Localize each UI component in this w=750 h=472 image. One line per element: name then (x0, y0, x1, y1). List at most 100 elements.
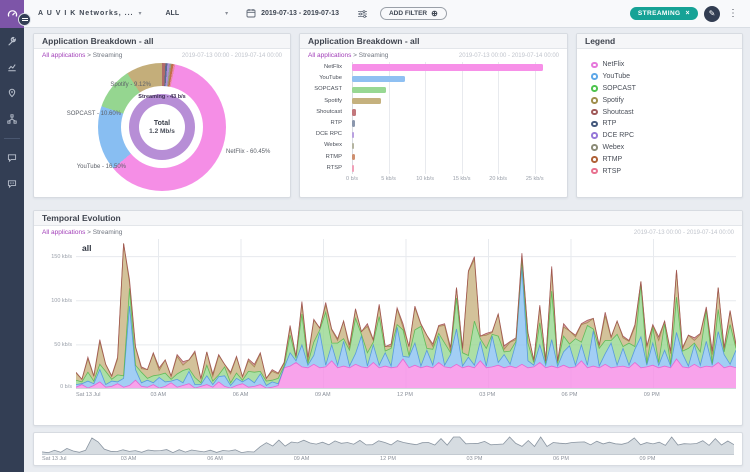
bar-gridline (462, 62, 463, 174)
overview-x-axis-label: 06 PM (553, 456, 569, 462)
add-filter-button[interactable]: ADD FILTER ⊕ (380, 7, 447, 20)
bar-category-label: YouTube (300, 73, 348, 84)
donut-center: Total 1.2 Mb/s (139, 104, 185, 150)
panel-overview-timeline: Sat 13 Jul03 AM06 AM09 AM12 PM03 PM06 PM… (33, 432, 743, 466)
sidebar-item-reports[interactable] (0, 54, 24, 80)
sidebar-item-chat[interactable] (0, 145, 24, 171)
overview-area-chart[interactable]: Sat 13 Jul03 AM06 AM09 AM12 PM03 PM06 PM… (34, 433, 742, 465)
legend-item-webex[interactable]: Webex (591, 142, 742, 154)
legend-color-dot (591, 121, 598, 128)
scope-selector[interactable]: ALL (166, 10, 180, 17)
legend-color-dot (591, 132, 598, 139)
caret-down-icon: ▾ (225, 10, 228, 17)
temporal-x-axis-label: 12 PM (397, 392, 413, 398)
pencil-icon: ✎ (709, 9, 716, 18)
wrench-icon (7, 36, 17, 46)
legend-color-dot (591, 144, 598, 151)
sidebar-item-support-chat[interactable] (0, 171, 24, 197)
bar-youtube[interactable] (352, 76, 405, 83)
legend-item-netflix[interactable]: NetFlix (591, 59, 742, 71)
chart-icon (7, 62, 17, 72)
edit-button[interactable]: ✎ (704, 6, 720, 22)
bar-category-label: NetFlix (300, 62, 348, 73)
chat-icon (7, 153, 17, 163)
bar-axis-label: 20 kb/s (489, 176, 507, 182)
legend-item-rtsp[interactable]: RTSP (591, 165, 742, 177)
panel-application-breakdown-donut: Application Breakdown - all All applicat… (33, 33, 291, 198)
bar-dce-rpc[interactable] (352, 132, 354, 139)
sidebar-item-topology[interactable] (0, 106, 24, 132)
legend-item-spotify[interactable]: Spotify (591, 94, 742, 106)
bar-axis-label: 15 kb/s (453, 176, 471, 182)
donut-chart: Total 1.2 Mb/s Streaming - 43 b/s NetFli… (34, 34, 290, 197)
panel-title: Application Breakdown - all (300, 34, 567, 49)
overview-svg (42, 435, 734, 455)
filter-chip-streaming[interactable]: STREAMING × (630, 7, 698, 20)
bar-netflix[interactable] (352, 64, 543, 71)
legend-label: Shoutcast (603, 109, 634, 116)
temporal-svg (76, 239, 736, 389)
bar-rtsp[interactable] (352, 165, 354, 172)
main-content: Application Breakdown - all All applicat… (24, 28, 750, 472)
bar-category-label: Spotify (300, 96, 348, 107)
legend-label: RTMP (603, 156, 623, 163)
temporal-area-chart[interactable]: all Sat 13 Jul03 AM06 AM09 AM12 PM03 PM0… (34, 239, 742, 407)
legend-item-youtube[interactable]: YouTube (591, 71, 742, 83)
panel-temporal-evolution: Temporal Evolution All applications > St… (33, 210, 743, 426)
temporal-x-axis-label: 09 AM (315, 392, 331, 398)
plus-circle-icon: ⊕ (431, 11, 438, 17)
bar-sopcast[interactable] (352, 87, 386, 94)
bar-category-label: Shoutcast (300, 107, 348, 118)
sidebar-item-map[interactable] (0, 80, 24, 106)
bar-gridline (498, 62, 499, 174)
legend-label: YouTube (603, 73, 631, 80)
legend-label: DCE RPC (603, 132, 635, 139)
caret-down-icon: ▾ (138, 10, 141, 17)
legend-item-dce-rpc[interactable]: DCE RPC (591, 130, 742, 142)
breadcrumb-link-all-applications[interactable]: All applications (308, 52, 351, 59)
bar-axis-label: 25 kb/s (526, 176, 544, 182)
legend-item-rtmp[interactable]: RTMP (591, 153, 742, 165)
series-label: all (82, 243, 91, 253)
bar-rtmp[interactable] (352, 154, 355, 161)
sidebar-divider (4, 138, 20, 139)
temporal-x-axis-label: Sat 13 Jul (76, 392, 100, 398)
legend-item-rtp[interactable]: RTP (591, 118, 742, 130)
bar-spotify[interactable] (352, 98, 381, 105)
kebab-menu-icon[interactable]: ⋮ (726, 8, 740, 19)
date-range-picker[interactable]: 2019-07-13 - 2019-07-13 (246, 5, 339, 23)
sidebar-collapse-button[interactable] (18, 13, 31, 26)
bar-axis-label: 0 b/s (346, 176, 358, 182)
bar-shoutcast[interactable] (352, 109, 356, 116)
panel-legend: Legend NetFlixYouTubeSOPCASTSpotifyShout… (576, 33, 743, 198)
company-selector[interactable]: A U V I K Networks, ... (38, 10, 133, 17)
overview-x-axis-label: 09 AM (294, 456, 310, 462)
overview-x-axis-label: 09 PM (640, 456, 656, 462)
bar-webex[interactable] (352, 143, 354, 150)
bar-axis-label: 10 kb/s (416, 176, 434, 182)
legend-color-dot (591, 73, 598, 80)
legend-item-sopcast[interactable]: SOPCAST (591, 83, 742, 95)
close-icon[interactable]: × (686, 10, 691, 17)
date-range-value: 2019-07-13 - 2019-07-13 (261, 10, 339, 17)
legend-item-shoutcast[interactable]: Shoutcast (591, 106, 742, 118)
temporal-x-axis-label: 03 AM (150, 392, 166, 398)
filter-sliders-icon[interactable] (357, 9, 368, 19)
bar-rtp[interactable] (352, 120, 355, 127)
panel-application-breakdown-bar: Application Breakdown - all All applicat… (299, 33, 568, 198)
topology-icon (7, 114, 17, 124)
temporal-x-axis-label: 09 PM (644, 392, 660, 398)
overview-x-axis-label: 06 AM (207, 456, 223, 462)
legend-color-dot (591, 62, 598, 69)
overview-x-axis-label: 03 PM (467, 456, 483, 462)
donut-inner-ring[interactable]: Total 1.2 Mb/s (129, 94, 195, 160)
bar-category-label: Webex (300, 140, 348, 151)
legend-label: Spotify (603, 97, 624, 104)
temporal-x-axis-label: 03 PM (479, 392, 495, 398)
overview-x-axis-label: 12 PM (380, 456, 396, 462)
breadcrumb-link-all-applications[interactable]: All applications (42, 229, 85, 236)
map-pin-icon (7, 88, 17, 98)
bar-category-label: SOPCAST (300, 84, 348, 95)
sidebar-item-tools[interactable] (0, 28, 24, 54)
bar-category-label: RTMP (300, 152, 348, 163)
